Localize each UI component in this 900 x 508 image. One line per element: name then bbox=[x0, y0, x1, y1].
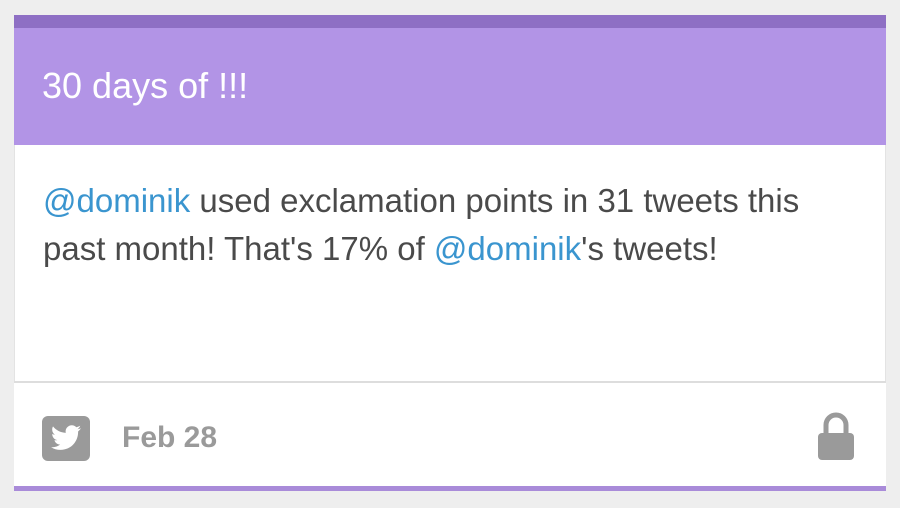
message-text: 's tweets! bbox=[581, 230, 718, 267]
twitter-icon[interactable] bbox=[42, 416, 90, 461]
twitter-bird-glyph bbox=[51, 425, 81, 450]
card-top-border bbox=[14, 15, 886, 28]
date-label: Feb 28 bbox=[122, 421, 218, 454]
mention-link[interactable]: @dominik bbox=[434, 230, 581, 267]
lock-icon[interactable] bbox=[816, 410, 856, 462]
achievement-card: 30 days of !!! @dominik used exclamation… bbox=[14, 15, 886, 491]
card-title: 30 days of !!! bbox=[42, 65, 249, 106]
card-bottom-border bbox=[14, 486, 886, 491]
mention-link[interactable]: @dominik bbox=[43, 182, 190, 219]
card-footer: Feb 28 bbox=[14, 383, 886, 486]
card-message: @dominik used exclamation points in 31 t… bbox=[43, 177, 843, 273]
card-body: @dominik used exclamation points in 31 t… bbox=[14, 145, 886, 381]
card-header: 30 days of !!! bbox=[14, 28, 886, 145]
